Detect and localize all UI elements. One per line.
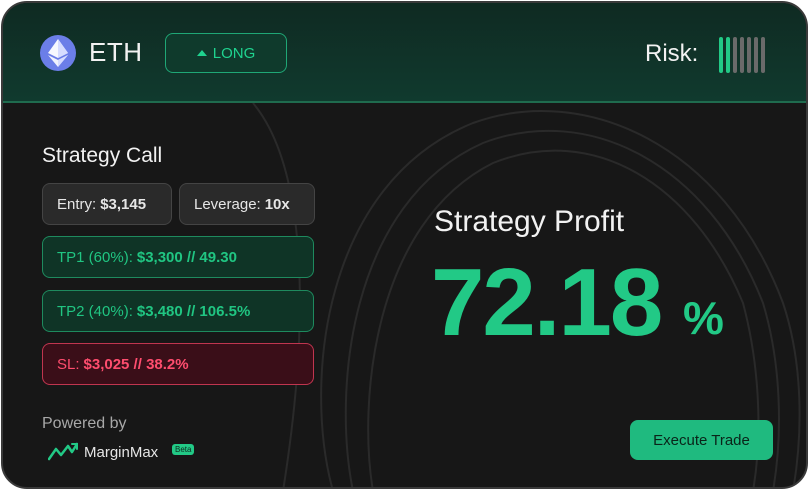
take-profit-2-pill: TP2 (40%): $3,480 // 106.5% [42,290,314,332]
tp1-label: TP1 (60%): [57,248,133,266]
risk-bar [719,37,723,73]
tp2-value: $3,480 // 106.5% [136,302,251,320]
risk-meter [719,37,765,73]
execute-trade-button[interactable]: Execute Trade [630,420,773,460]
tp2-label: TP2 (40%): [57,302,133,320]
marginmax-logo-icon [48,442,78,461]
strategy-profit-value: 72.18 [431,249,663,356]
ethereum-icon [40,35,76,71]
leverage-pill: Leverage: 10x [179,183,315,225]
triangle-up-icon [196,49,207,56]
strategy-profit-label: Strategy Profit [434,205,625,238]
leverage-label: Leverage: [194,195,261,213]
leverage-value: 10x [264,195,290,213]
risk-label: Risk: [645,40,699,67]
sl-value: $3,025 // 38.2% [83,355,189,373]
long-label: LONG [212,44,256,62]
risk-bar [740,37,744,73]
risk-bar [747,37,751,73]
brand-name: MarginMax [84,444,159,461]
powered-by-label: Powered by [42,415,127,432]
card-header: ETH LONG Risk: [3,3,806,103]
long-position-button[interactable]: LONG [165,33,287,73]
strategy-call-title: Strategy Call [42,144,163,167]
take-profit-1-pill: TP1 (60%): $3,300 // 49.30 [42,236,314,278]
risk-bar [761,37,765,73]
beta-badge: Beta [172,444,195,455]
strategy-profit-unit: % [683,292,724,344]
entry-label: Entry: [57,195,97,213]
trade-card: ETH LONG Risk: Strategy Call Entry: $3,1… [1,1,808,489]
risk-bar [754,37,758,73]
stop-loss-pill: SL: $3,025 // 38.2% [42,343,314,385]
risk-bar [733,37,737,73]
risk-bar [726,37,730,73]
tp1-value: $3,300 // 49.30 [136,248,237,266]
entry-pill: Entry: $3,145 [42,183,172,225]
asset-name: ETH [89,37,143,67]
entry-value: $3,145 [100,195,147,213]
sl-label: SL: [57,355,80,373]
